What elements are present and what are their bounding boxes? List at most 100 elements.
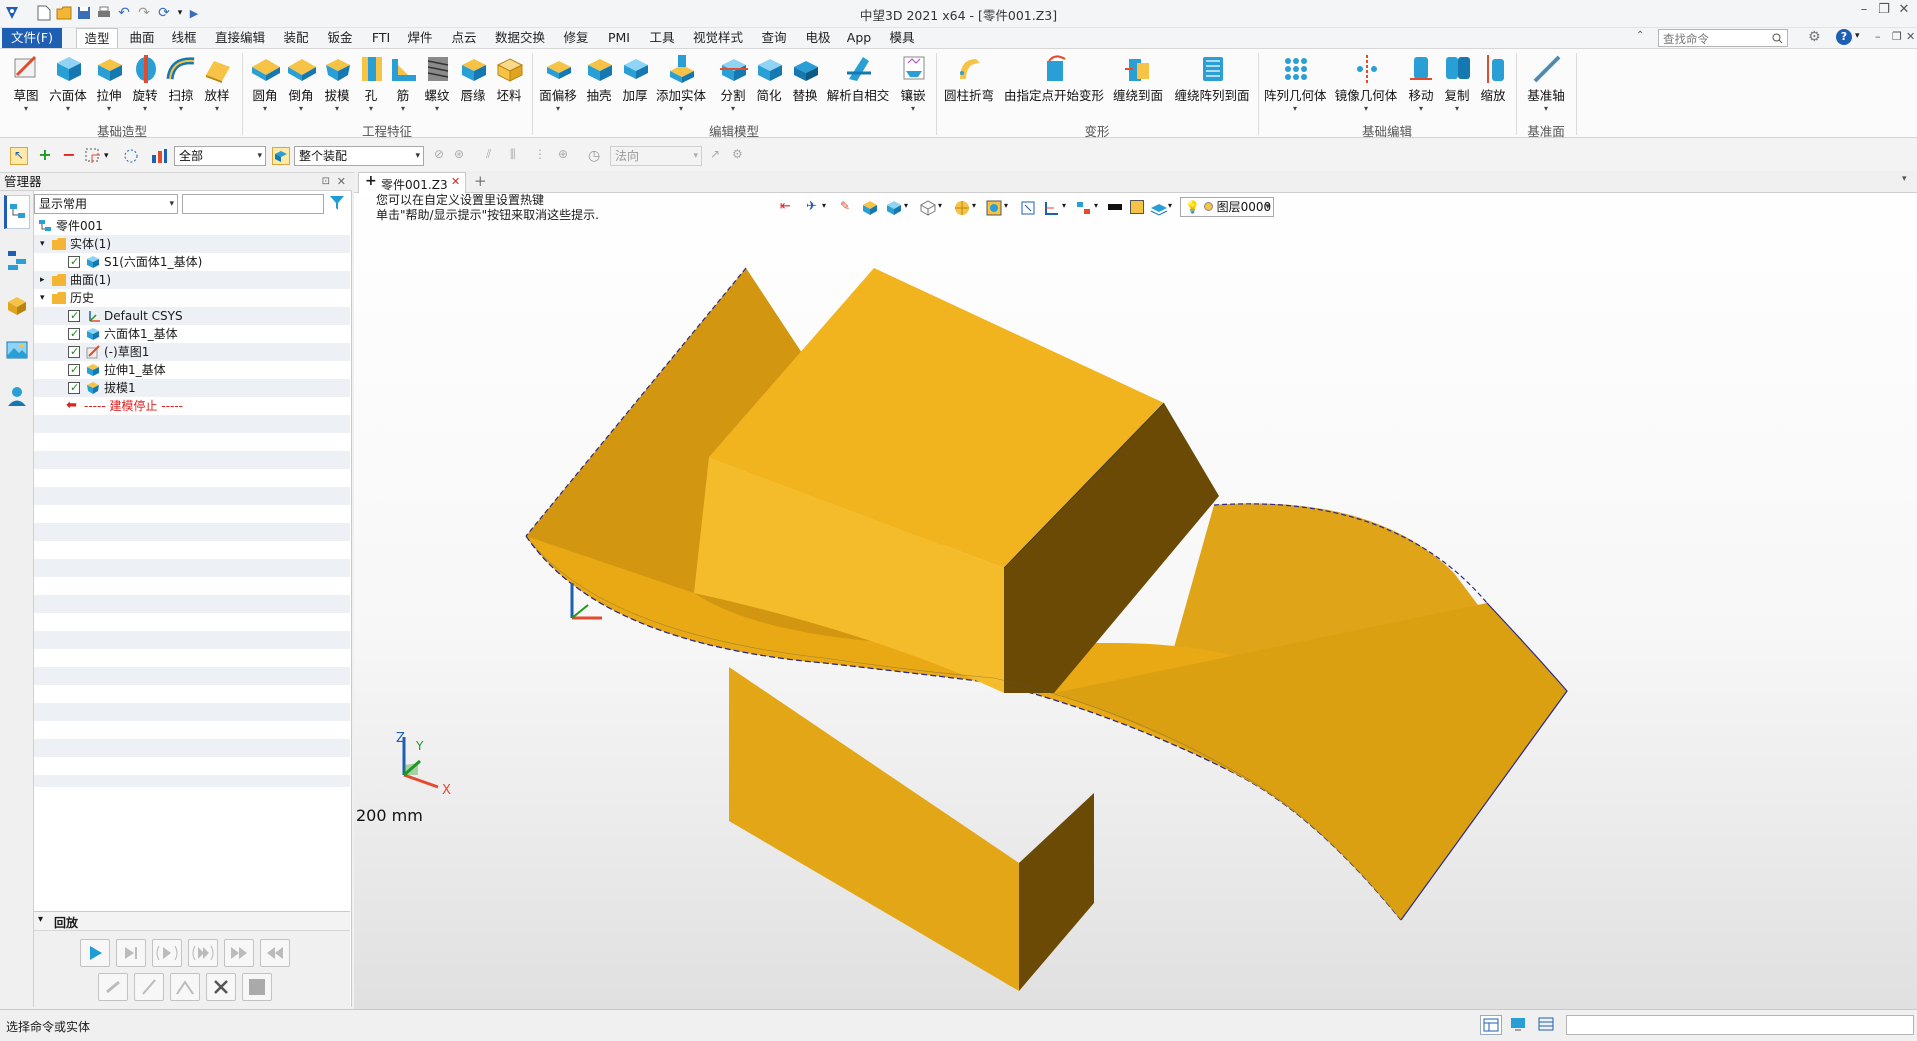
replace-button[interactable]: 替换 [788,53,822,123]
layer-stack-dropdown-icon[interactable]: ▾ [1168,201,1172,210]
run-icon[interactable]: ▶ [184,3,204,23]
app-logo-icon[interactable] [2,3,22,23]
tab-direct-edit[interactable]: 直接编辑 [210,28,270,48]
step-forward-button[interactable] [116,939,146,967]
rewind-button[interactable] [260,939,290,967]
save-icon[interactable] [74,3,94,23]
tree-item-extrude-feature[interactable]: 拉伸1_基体 [34,361,350,379]
part-library-tab[interactable] [6,295,28,320]
wireframe-view-icon[interactable] [920,200,936,216]
thread-button[interactable]: 螺纹 ▾ [420,53,454,123]
add-selection-icon[interactable]: + [36,147,54,165]
background-dropdown-icon[interactable]: ▾ [1004,201,1008,210]
visibility-checkbox[interactable] [68,253,80,271]
visual-manager-tab[interactable] [6,339,28,364]
close-panel-icon[interactable]: ✕ [337,173,346,191]
box-button[interactable]: 六面体 ▾ [48,53,88,123]
tree-item-solid-s1[interactable]: S1(六面体1_基体) [34,253,350,271]
tab-visual-style[interactable]: 视觉样式 [688,28,748,48]
ribbon-minimize-icon[interactable]: – [1875,30,1881,43]
tree-item-box-feature[interactable]: 六面体1_基体 [34,325,350,343]
background-icon[interactable] [986,200,1002,216]
expand-arrow-icon[interactable]: ▸ [40,271,45,289]
sweep-button[interactable]: 扫掠 ▾ [164,53,198,123]
status-input[interactable] [1566,1015,1914,1035]
hole-button[interactable]: 孔 ▾ [356,53,386,123]
rib-button[interactable]: 筋 ▾ [388,53,418,123]
thicken-button[interactable]: 加厚 [618,53,652,123]
history-manager-tab[interactable] [4,195,30,229]
chamfer-button[interactable]: 倒角 ▾ [284,53,318,123]
resolve-self-intersect-button[interactable]: 解析自相交 [826,53,890,123]
ribbon-close-icon[interactable]: ✕ [1906,30,1915,43]
layer-combo[interactable]: 💡 图层0000 ▾ [1180,197,1274,217]
tree-filter-icon[interactable] [328,194,348,214]
section-view-icon[interactable] [1044,200,1060,216]
tab-fti[interactable]: FTI [366,28,396,48]
line-color-swatch[interactable] [1108,204,1122,210]
tab-repair[interactable]: 修复 [558,28,594,48]
select-pointer-icon[interactable]: ↖ [10,147,28,165]
tree-item-draft-feature[interactable]: 拔模1 [34,379,350,397]
close-button[interactable]: ✕ [1892,2,1916,24]
pick-settings-icon[interactable]: ⚙ [732,147,750,165]
appearance-icon[interactable] [954,200,970,216]
collapse-arrow-icon[interactable]: ▾ [38,914,43,925]
shell-button[interactable]: 抽壳 [582,53,616,123]
search-icon[interactable] [1772,33,1783,44]
remove-selection-icon[interactable]: − [60,147,78,165]
revolve-button[interactable]: 旋转 ▾ [128,53,162,123]
visibility-checkbox[interactable] [68,343,80,361]
visibility-checkbox[interactable] [68,379,80,397]
tab-modeling[interactable]: 造型 [76,28,118,48]
exit-view-icon[interactable]: ⇤ [780,199,791,214]
tree-item-default-csys[interactable]: Default CSYS [34,307,350,325]
sketch-button[interactable]: 草图 ▾ [8,53,44,123]
sketch-view-icon[interactable]: ✎ [840,199,850,213]
document-tab[interactable]: + 零件001.Z3 ✕ [358,172,466,193]
tab-wireframe[interactable]: 线框 [166,28,202,48]
dynamic-pick-icon[interactable]: ⊛ [454,147,472,165]
datum-axis-button[interactable]: 基准轴 ▾ [1522,53,1570,123]
play-next-button[interactable] [152,939,182,967]
new-file-icon[interactable] [34,3,54,23]
pin-panel-icon[interactable]: ⊡ [322,173,330,191]
wrap-pattern-to-face-button[interactable]: 缠绕阵列到面 [1172,53,1252,123]
play-to-end-button[interactable] [188,939,218,967]
selection-mode-dropdown-icon[interactable]: ▾ [104,147,122,165]
visibility-checkbox[interactable] [68,307,80,325]
lasso-icon[interactable] [122,147,140,165]
display-mode-icon[interactable] [886,200,902,216]
scale-button[interactable]: 缩放 [1476,53,1510,123]
tab-electrode[interactable]: 电极 [800,28,836,48]
assembly-scope-combo[interactable]: 整个装配 ▾ [294,146,424,166]
wireframe-dropdown-icon[interactable]: ▾ [938,201,942,210]
lip-button[interactable]: 唇缘 [456,53,490,123]
filter-view-dropdown-icon[interactable]: ▾ [1094,201,1098,210]
status-screen-icon[interactable] [1508,1015,1530,1035]
tab-app[interactable]: App [844,28,874,48]
edit-feature-button[interactable] [170,973,200,1001]
face-offset-button[interactable]: 面偏移 ▾ [538,53,578,123]
mirror-geometry-button[interactable]: 镜像几何体 ▾ [1334,53,1398,123]
collapse-ribbon-icon[interactable]: ⌃ [1636,30,1644,41]
play-button[interactable] [80,939,110,967]
align-left-icon[interactable]: ⫽ [486,147,504,165]
help-icon[interactable]: ? [1836,29,1852,45]
view-orientation-icon[interactable]: ✈ [806,199,817,214]
tree-item-history[interactable]: ▾ 历史 [34,289,350,307]
open-file-icon[interactable] [54,3,74,23]
cylinder-bend-button[interactable]: 圆柱折弯 [942,53,996,123]
collapse-arrow-icon[interactable]: ▾ [40,235,45,253]
tree-filter-input[interactable] [182,194,324,214]
layer-stack-icon[interactable] [1150,200,1168,216]
appearance-dropdown-icon[interactable]: ▾ [972,201,976,210]
tab-surface[interactable]: 曲面 [124,28,160,48]
normal-direction-combo[interactable]: 法向 ▾ [610,146,702,166]
copy-button[interactable]: 复制 ▾ [1440,53,1474,123]
deform-from-point-button[interactable]: 由指定点开始变形 [1004,53,1104,123]
face-color-swatch[interactable] [1130,200,1144,214]
draft-button[interactable]: 拔模 ▾ [320,53,354,123]
tab-query[interactable]: 查询 [756,28,792,48]
simplify-button[interactable]: 简化 [752,53,786,123]
